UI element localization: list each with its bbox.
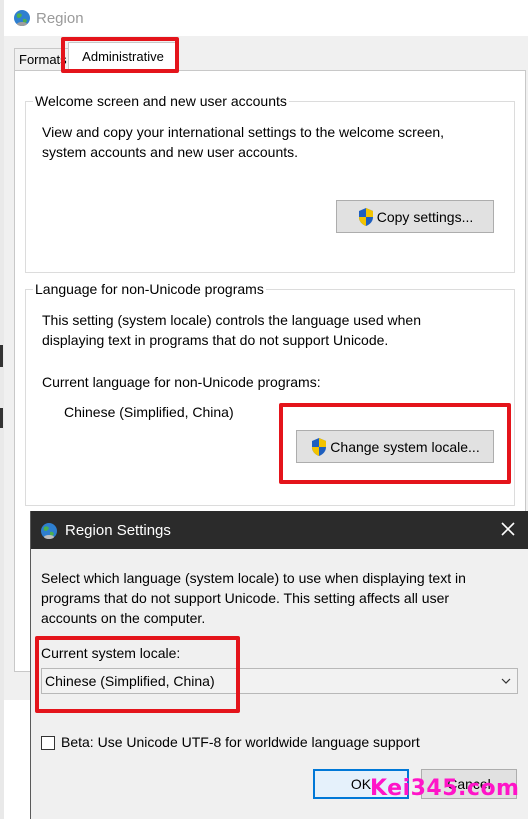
region-title: Region bbox=[36, 10, 84, 27]
welcome-description-line1: View and copy your international setting… bbox=[42, 124, 445, 140]
copy-settings-button[interactable]: Copy settings... bbox=[336, 200, 494, 233]
background-fragment bbox=[0, 408, 3, 428]
beta-utf8-label: Beta: Use Unicode UTF-8 for worldwide la… bbox=[61, 734, 420, 750]
beta-utf8-checkbox[interactable] bbox=[41, 736, 55, 750]
dialog-description-line2: programs that do not support Unicode. Th… bbox=[41, 590, 450, 606]
dialog-description-line1: Select which language (system locale) to… bbox=[41, 570, 466, 586]
non-unicode-group-legend: Language for non-Unicode programs bbox=[33, 281, 266, 297]
welcome-group: Welcome screen and new user accounts Vie… bbox=[25, 93, 515, 273]
dialog-title: Region Settings bbox=[65, 522, 171, 539]
welcome-description-line2: system accounts and new user accounts. bbox=[42, 144, 299, 160]
copy-settings-label: Copy settings... bbox=[376, 208, 474, 225]
current-language-label: Current language for non-Unicode program… bbox=[42, 374, 321, 390]
dialog-titlebar: Region Settings bbox=[31, 511, 528, 549]
highlight-box-change-locale bbox=[279, 403, 511, 484]
welcome-group-legend: Welcome screen and new user accounts bbox=[33, 93, 289, 109]
ok-label: OK bbox=[350, 776, 372, 792]
highlight-box-tab bbox=[61, 37, 179, 73]
globe-icon bbox=[41, 523, 57, 539]
highlight-box-locale bbox=[35, 636, 240, 713]
chevron-down-icon bbox=[501, 678, 511, 684]
non-unicode-description-line1: This setting (system locale) controls th… bbox=[42, 312, 421, 328]
non-unicode-description-line2: displaying text in programs that do not … bbox=[42, 332, 389, 348]
background-fragment bbox=[0, 345, 3, 367]
dialog-description-line3: accounts on the computer. bbox=[41, 610, 206, 626]
region-titlebar: Region bbox=[4, 0, 528, 36]
shield-icon bbox=[358, 207, 373, 226]
current-language-value: Chinese (Simplified, China) bbox=[64, 404, 234, 420]
close-icon[interactable] bbox=[499, 520, 517, 538]
globe-icon bbox=[14, 10, 30, 26]
watermark-text: Kei345.com bbox=[370, 776, 520, 801]
